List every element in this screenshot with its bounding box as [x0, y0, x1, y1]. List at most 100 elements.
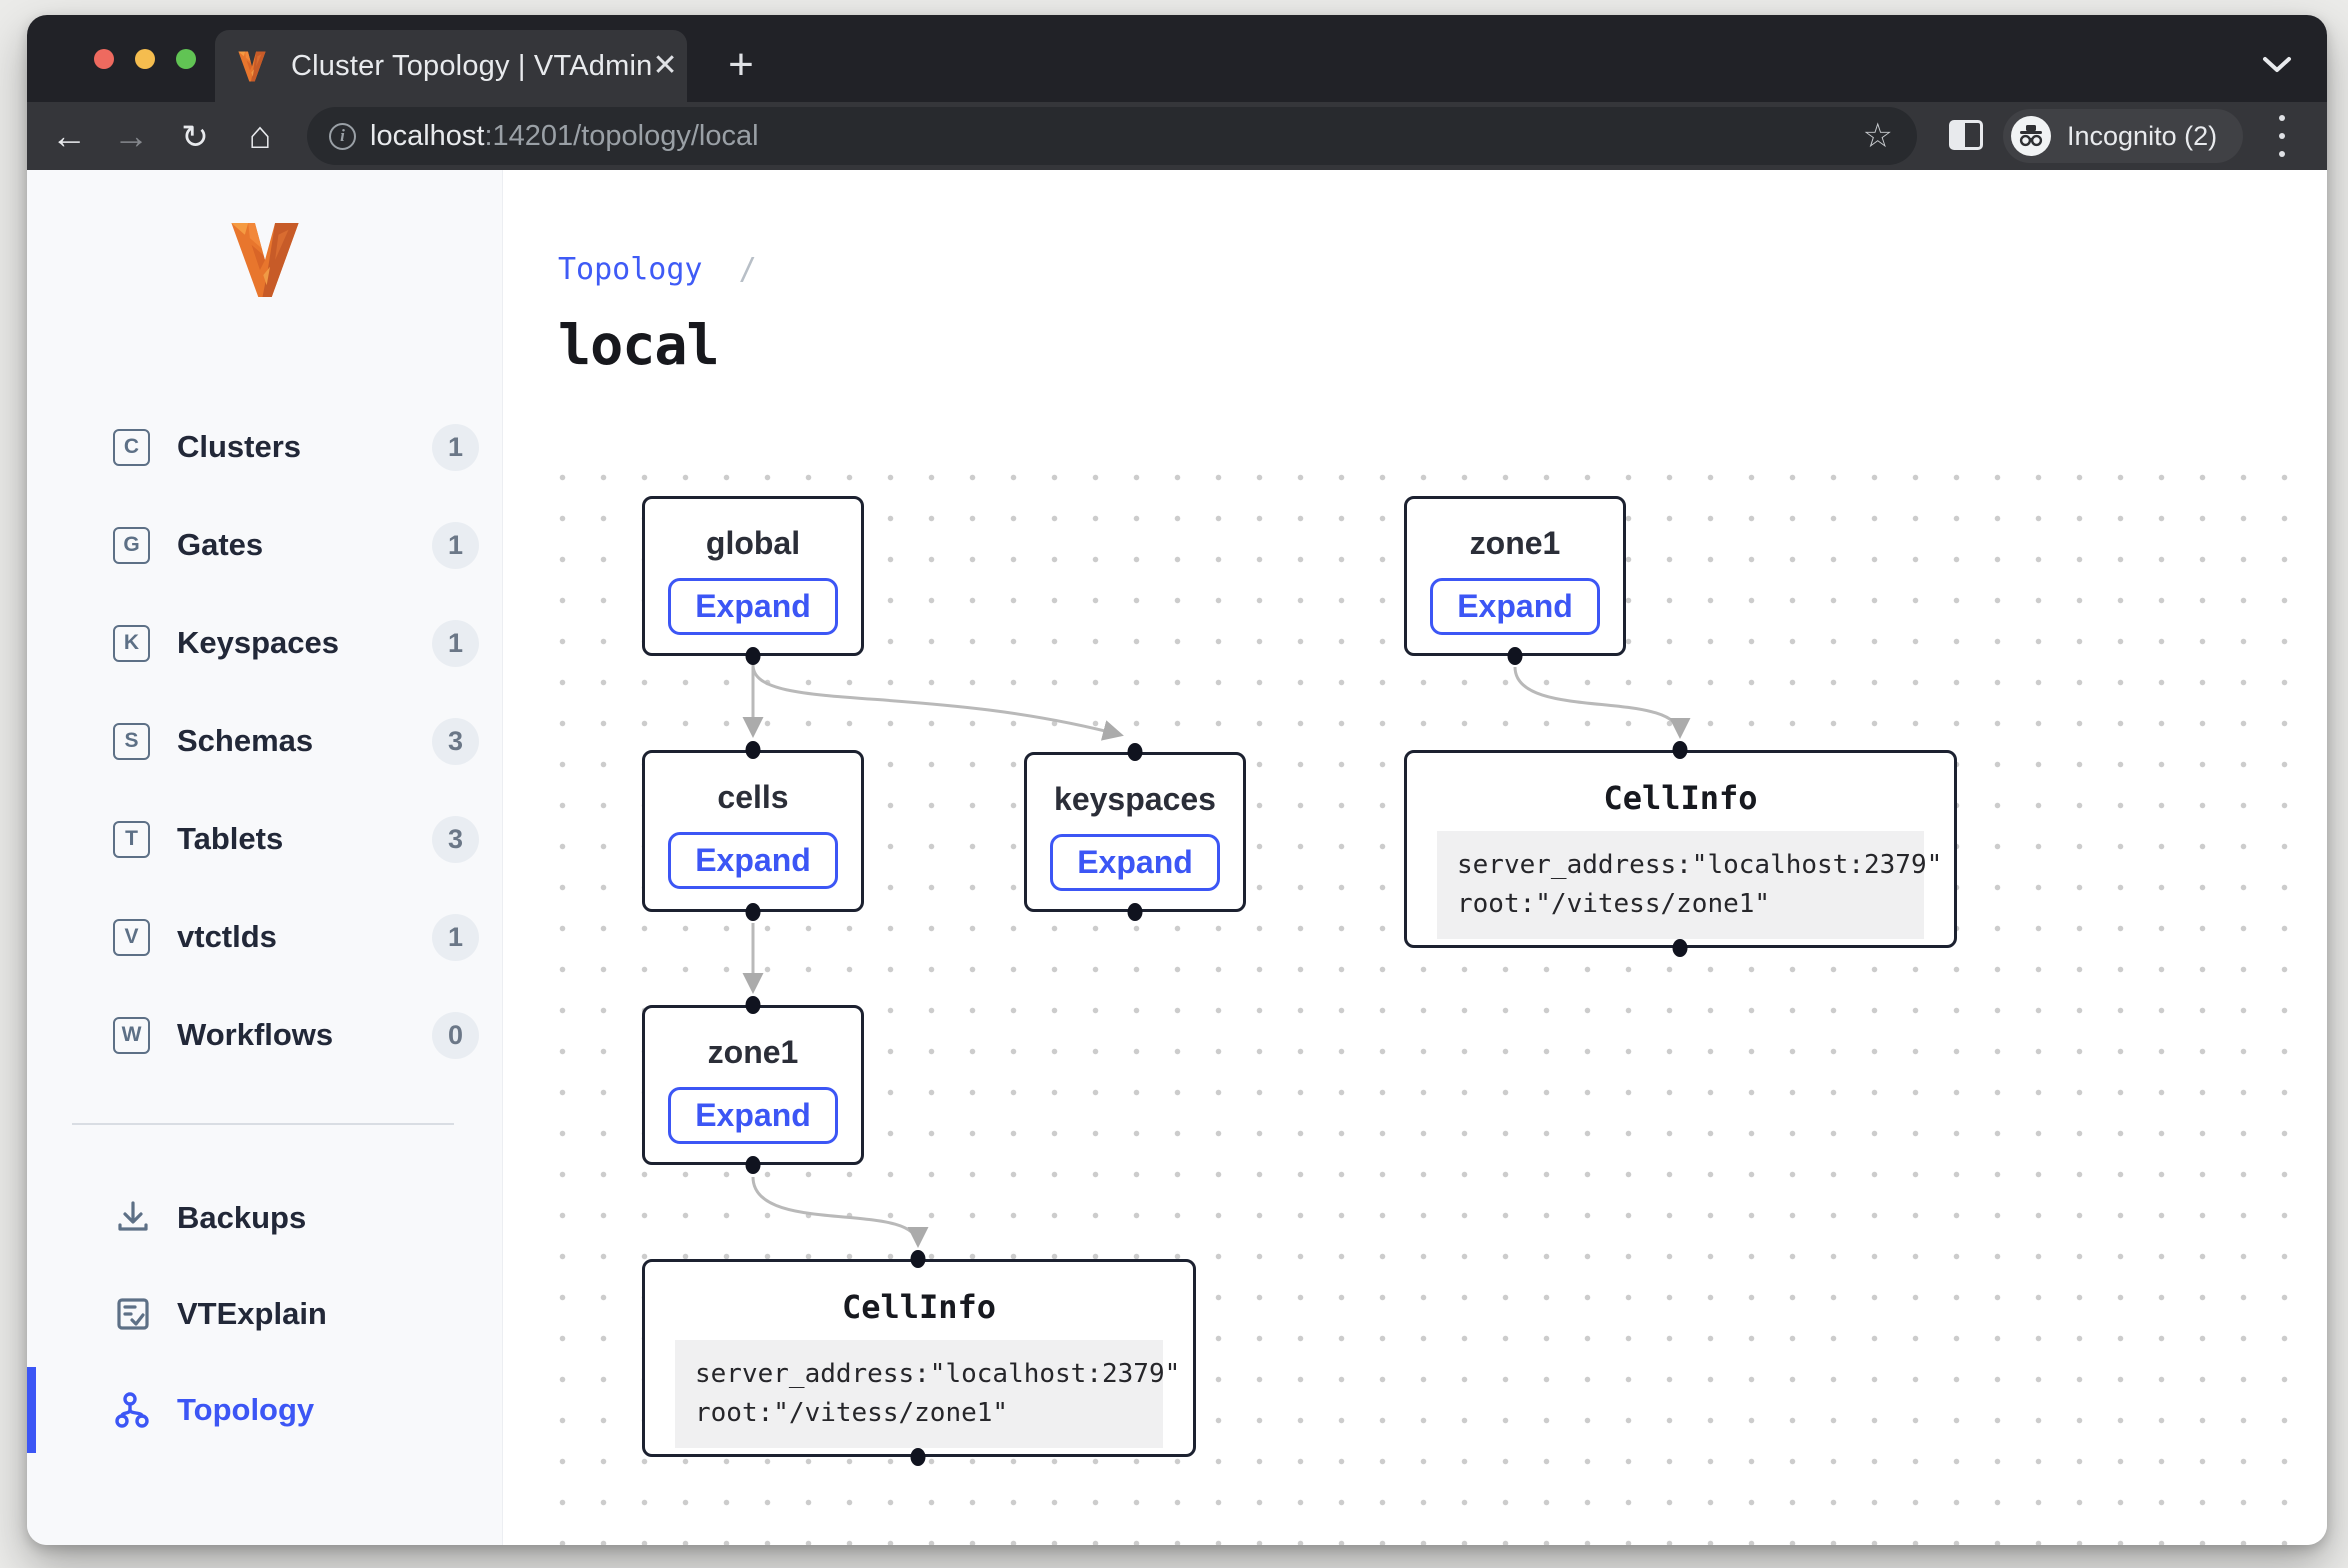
count-badge: 1 [432, 522, 479, 569]
topology-node-keyspaces: keyspaces Expand [1024, 752, 1246, 912]
browser-tab[interactable]: Cluster Topology | VTAdmin ✕ [215, 30, 687, 102]
node-title: zone1 [1470, 525, 1561, 562]
sidebar-item-label: Gates [177, 527, 263, 563]
tablets-letter-icon: T [113, 821, 150, 858]
topology-node-cellinfo-right: CellInfo server_address:"localhost:2379" … [1404, 750, 1957, 948]
node-title: CellInfo [1603, 779, 1757, 817]
sidebar-item-workflows[interactable]: W Workflows 0 [27, 986, 502, 1084]
tab-search-chevron-icon[interactable] [2261, 55, 2293, 75]
url-path: :14201/topology/local [484, 120, 758, 152]
breadcrumb-separator: / [739, 252, 757, 287]
expand-button[interactable]: Expand [1430, 578, 1600, 635]
backups-icon [113, 1198, 153, 1238]
tab-close-icon[interactable]: ✕ [652, 51, 677, 81]
node-title: global [706, 525, 800, 562]
cellinfo-code: server_address:"localhost:2379" root:"/v… [1437, 831, 1924, 939]
browser-toolbar: ← → ↻ ⌂ i localhost:14201/topology/local… [27, 102, 2327, 170]
cellinfo-code: server_address:"localhost:2379" root:"/v… [675, 1340, 1163, 1448]
sidebar-item-label: Topology [177, 1392, 314, 1428]
incognito-badge[interactable]: Incognito (2) [2003, 109, 2243, 163]
incognito-icon [2018, 125, 2044, 147]
sidebar-item-vtexplain[interactable]: VTExplain [27, 1266, 502, 1362]
new-tab-button[interactable]: + [717, 43, 765, 91]
breadcrumb-topology-link[interactable]: Topology [558, 252, 703, 287]
forward-button[interactable]: → [105, 102, 157, 170]
count-badge: 3 [432, 718, 479, 765]
sidebar-item-label: Workflows [177, 1017, 333, 1053]
browser-menu-icon[interactable] [2275, 115, 2289, 157]
node-title: cells [717, 779, 788, 816]
page-title: local [558, 313, 2327, 377]
expand-button[interactable]: Expand [668, 832, 838, 889]
edge-zone1top-cellinfo [1515, 667, 1680, 736]
home-button[interactable]: ⌂ [234, 102, 286, 170]
count-badge: 1 [432, 914, 479, 961]
site-info-icon[interactable]: i [329, 123, 356, 150]
side-panel-icon[interactable] [1949, 120, 1983, 150]
count-badge: 3 [432, 816, 479, 863]
sidebar-item-schemas[interactable]: S Schemas 3 [27, 692, 502, 790]
clusters-letter-icon: C [113, 429, 150, 466]
sidebar-item-topology[interactable]: Topology [27, 1362, 502, 1458]
node-title: keyspaces [1054, 781, 1216, 818]
vitess-logo [27, 222, 502, 298]
sidebar-divider [72, 1123, 454, 1125]
topology-node-zone1-top: zone1 Expand [1404, 496, 1626, 656]
traffic-light-maximize-icon[interactable] [176, 49, 196, 69]
sidebar-item-label: VTExplain [177, 1296, 327, 1332]
address-bar[interactable]: i localhost:14201/topology/local ☆ [307, 107, 1917, 165]
sidebar-item-label: vtctlds [177, 919, 277, 955]
back-button[interactable]: ← [43, 102, 95, 170]
expand-button[interactable]: Expand [1050, 834, 1220, 891]
topology-node-zone1-lower: zone1 Expand [642, 1005, 864, 1165]
vitess-logo-icon [223, 222, 307, 298]
vtexplain-icon [113, 1294, 153, 1334]
vitess-favicon-icon [235, 51, 269, 82]
sidebar-item-clusters[interactable]: C Clusters 1 [27, 398, 502, 496]
node-title: zone1 [708, 1034, 799, 1071]
sidebar-nav: C Clusters 1 G Gates 1 K Keyspaces 1 S Schemas 3 T Ta… [27, 398, 502, 1084]
reload-button[interactable]: ↻ [169, 102, 221, 170]
expand-button[interactable]: Expand [668, 578, 838, 635]
sidebar-item-vtctlds[interactable]: Vvtctlds 1 [27, 888, 502, 986]
tab-title: Cluster Topology | VTAdmin [291, 50, 652, 83]
sidebar-item-label: Tablets [177, 821, 283, 857]
tab-strip: Cluster Topology | VTAdmin ✕ + [27, 15, 2327, 102]
topology-icon [113, 1390, 153, 1430]
count-badge: 0 [432, 1012, 479, 1059]
incognito-label: Incognito (2) [2067, 121, 2217, 152]
bookmark-star-icon[interactable]: ☆ [1863, 119, 1893, 153]
sidebar-item-backups[interactable]: Backups [27, 1170, 502, 1266]
sidebar-item-label: Schemas [177, 723, 313, 759]
node-title: CellInfo [842, 1288, 996, 1326]
traffic-light-close-icon[interactable] [94, 49, 114, 69]
breadcrumb: Topology / [558, 252, 2327, 287]
expand-button[interactable]: Expand [668, 1087, 838, 1144]
url-text: localhost:14201/topology/local [370, 120, 759, 153]
traffic-light-minimize-icon[interactable] [135, 49, 155, 69]
gates-letter-icon: G [113, 527, 150, 564]
sidebar-item-label: Clusters [177, 429, 301, 465]
edge-global-keyspaces [753, 665, 1121, 735]
topology-node-cells: cells Expand [642, 750, 864, 912]
schemas-letter-icon: S [113, 723, 150, 760]
url-host: localhost [370, 120, 484, 152]
topology-node-global: global Expand [642, 496, 864, 656]
sidebar-item-keyspaces[interactable]: K Keyspaces 1 [27, 594, 502, 692]
workflows-letter-icon: W [113, 1017, 150, 1054]
incognito-avatar [2011, 116, 2051, 156]
main-content: Topology / local CellInfo server_address:… [503, 170, 2327, 1545]
sidebar-item-label: Backups [177, 1200, 306, 1236]
vtctlds-letter-icon: V [113, 919, 150, 956]
sidebar-item-label: Keyspaces [177, 625, 339, 661]
browser-window: Cluster Topology | VTAdmin ✕ + ← → ↻ ⌂ i… [27, 15, 2327, 1545]
sidebar-item-gates[interactable]: G Gates 1 [27, 496, 502, 594]
sidebar: C Clusters 1 G Gates 1 K Keyspaces 1 S Schemas 3 T Ta… [27, 170, 503, 1545]
sidebar-item-tablets[interactable]: T Tablets 3 [27, 790, 502, 888]
sidebar-tools: Backups VTExplain Topology [27, 1170, 502, 1458]
edge-zone1lower-cellinfo [753, 1177, 918, 1245]
count-badge: 1 [432, 620, 479, 667]
keyspaces-letter-icon: K [113, 625, 150, 662]
count-badge: 1 [432, 424, 479, 471]
topology-node-cellinfo-bottom: CellInfo server_address:"localhost:2379" … [642, 1259, 1196, 1457]
